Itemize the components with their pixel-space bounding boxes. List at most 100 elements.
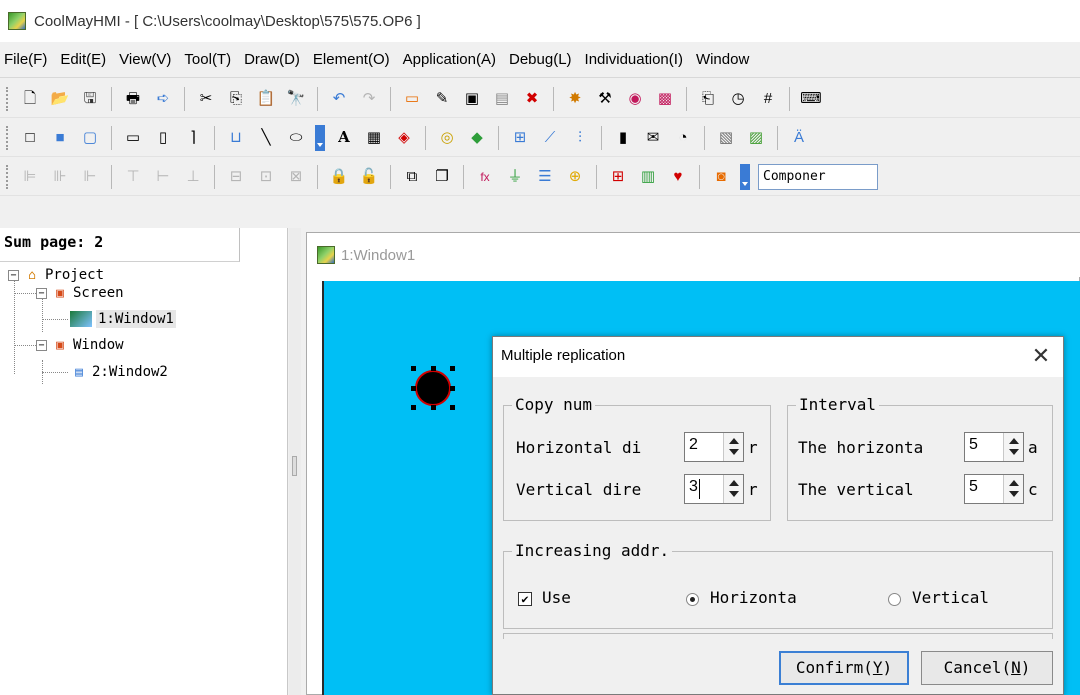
confirm-button[interactable]: Confirm(Y) xyxy=(779,651,909,685)
collapse-arrow-icon[interactable] xyxy=(292,456,297,476)
close-icon[interactable]: ✕ xyxy=(1027,343,1055,371)
toolbar-overflow-button[interactable] xyxy=(315,124,325,151)
tree-node-window2[interactable]: ▤ 2:Window2 xyxy=(70,361,168,383)
pane-splitter[interactable] xyxy=(289,228,301,695)
unlock-icon[interactable]: 🔓 xyxy=(357,165,381,189)
arrow-down-icon[interactable] xyxy=(729,491,739,497)
spinner-arrows[interactable] xyxy=(723,433,743,461)
settings-icon[interactable]: ✸ xyxy=(563,87,587,111)
save-icon[interactable]: 🖫 xyxy=(78,87,102,111)
same-size-icon[interactable]: ⊠ xyxy=(284,165,308,189)
find-icon[interactable]: 🔭 xyxy=(284,87,308,111)
ellipse-icon[interactable]: ⬭ xyxy=(284,126,308,150)
tree-node-screen[interactable]: − ▣ Screen xyxy=(36,282,124,304)
cancel-button[interactable]: Cancel(N) xyxy=(921,651,1053,685)
picture-icon[interactable]: ▧ xyxy=(714,126,738,150)
blue-rect-icon[interactable]: ▢ xyxy=(78,126,102,150)
collapse-toggle[interactable]: − xyxy=(8,269,19,281)
alarm-icon[interactable]: ◈ xyxy=(392,126,416,150)
clock-icon[interactable]: ◷ xyxy=(726,87,750,111)
align-middle-icon[interactable]: ⊢ xyxy=(151,165,175,189)
use-checkbox[interactable]: ✔ xyxy=(518,592,532,606)
list-icon[interactable]: ☰ xyxy=(533,165,557,189)
same-height-icon[interactable]: ⊡ xyxy=(254,165,278,189)
horizontal-count-spinner[interactable]: 2 xyxy=(684,432,744,462)
delete-icon[interactable]: ✖ xyxy=(520,87,544,111)
photo-icon[interactable]: ▨ xyxy=(744,126,768,150)
record-icon[interactable]: ◙ xyxy=(709,165,733,189)
window-icon[interactable]: ▤ xyxy=(490,87,514,111)
same-width-icon[interactable]: ⊟ xyxy=(224,165,248,189)
rect-icon[interactable]: ■ xyxy=(48,126,72,150)
arrow-up-icon[interactable] xyxy=(1009,480,1019,486)
menu-individuation[interactable]: Individuation(I) xyxy=(579,51,690,68)
resize-handle[interactable] xyxy=(450,386,455,391)
menu-edit[interactable]: Edit(E) xyxy=(54,51,113,68)
menu-tool[interactable]: Tool(T) xyxy=(178,51,238,68)
horizontal-interval-spinner[interactable]: 5 xyxy=(964,432,1024,462)
spinner-arrows[interactable] xyxy=(723,475,743,503)
menu-debug[interactable]: Debug(L) xyxy=(503,51,579,68)
align-bottom-icon[interactable]: ⊥ xyxy=(181,165,205,189)
sum-page-tab[interactable]: Sum page: 2 xyxy=(0,228,240,262)
trend-chart-icon[interactable]: ⊞ xyxy=(508,126,532,150)
numeric-display-icon[interactable]: ▦ xyxy=(362,126,386,150)
menu-draw[interactable]: Draw(D) xyxy=(238,51,307,68)
open-folder-icon[interactable]: 📂 xyxy=(48,87,72,111)
warning-icon[interactable]: ⊕ xyxy=(563,165,587,189)
arrow-down-icon[interactable] xyxy=(1009,491,1019,497)
dialog-titlebar[interactable]: Multiple replication ✕ xyxy=(493,337,1063,377)
lock-icon[interactable]: 🔒 xyxy=(327,165,351,189)
align-top-icon[interactable]: ⊤ xyxy=(121,165,145,189)
image-library-icon[interactable]: ◉ xyxy=(623,87,647,111)
cut-icon[interactable]: ✂ xyxy=(194,87,218,111)
circle-element[interactable] xyxy=(411,366,455,410)
page-icon[interactable]: ⎗ xyxy=(696,87,720,111)
scale-icon[interactable]: ⊔ xyxy=(224,126,248,150)
horizontal-bar-icon[interactable]: ▭ xyxy=(121,126,145,150)
menu-window[interactable]: Window xyxy=(690,51,756,68)
resize-handle[interactable] xyxy=(411,405,416,410)
toolbar-grip[interactable] xyxy=(6,164,11,189)
tree-node-window[interactable]: − ▣ Window xyxy=(36,334,124,356)
resize-handle[interactable] xyxy=(431,366,436,371)
redo-icon[interactable]: ↷ xyxy=(357,87,381,111)
align-right-icon[interactable]: ⊩ xyxy=(78,165,102,189)
menu-file[interactable]: File(F) xyxy=(0,51,54,68)
arrow-down-icon[interactable] xyxy=(1009,449,1019,455)
tool-icon[interactable]: ⚒ xyxy=(593,87,617,111)
meter-icon[interactable]: ▮ xyxy=(611,126,635,150)
align-left-icon[interactable]: ⊫ xyxy=(18,165,42,189)
collapse-toggle[interactable]: − xyxy=(36,339,47,351)
tree-node-window1[interactable]: 1:Window1 xyxy=(70,308,176,330)
toolbar-grip[interactable] xyxy=(6,125,11,150)
ungroup-icon[interactable]: ❐ xyxy=(430,165,454,189)
mdi-titlebar[interactable]: 1:Window1 xyxy=(307,233,1080,277)
resize-handle[interactable] xyxy=(450,405,455,410)
lamp-icon[interactable]: ◆ xyxy=(465,126,489,150)
vertical-interval-spinner[interactable]: 5 xyxy=(964,474,1024,504)
group-icon[interactable]: ⧉ xyxy=(400,165,424,189)
resize-handle[interactable] xyxy=(431,405,436,410)
arrow-down-icon[interactable] xyxy=(729,449,739,455)
resize-handle[interactable] xyxy=(411,386,416,391)
toolbar-grip[interactable] xyxy=(6,86,11,111)
line-icon[interactable]: ╲ xyxy=(254,126,278,150)
plug-icon[interactable]: ⏚ xyxy=(503,165,527,189)
component-dropdown[interactable]: Componer xyxy=(758,163,878,190)
report-icon[interactable]: ⊞ xyxy=(606,165,630,189)
text-icon[interactable]: A xyxy=(332,126,356,150)
bar-chart-icon[interactable]: ⫶ xyxy=(568,126,592,150)
grid-icon[interactable]: # xyxy=(756,87,780,111)
resize-handle[interactable] xyxy=(411,366,416,371)
spinner-arrows[interactable] xyxy=(1003,433,1023,461)
formula-icon[interactable]: fx xyxy=(473,165,497,189)
rectangle-tool-icon[interactable]: ▭ xyxy=(400,87,424,111)
line-chart-icon[interactable]: ⟋ xyxy=(538,126,562,150)
collapse-toggle[interactable]: − xyxy=(36,287,47,299)
horizontal-radio[interactable] xyxy=(686,593,699,606)
export-icon[interactable]: ➪ xyxy=(151,87,175,111)
align-center-icon[interactable]: ⊪ xyxy=(48,165,72,189)
edit-properties-icon[interactable]: ✎ xyxy=(430,87,454,111)
menu-element[interactable]: Element(O) xyxy=(307,51,397,68)
